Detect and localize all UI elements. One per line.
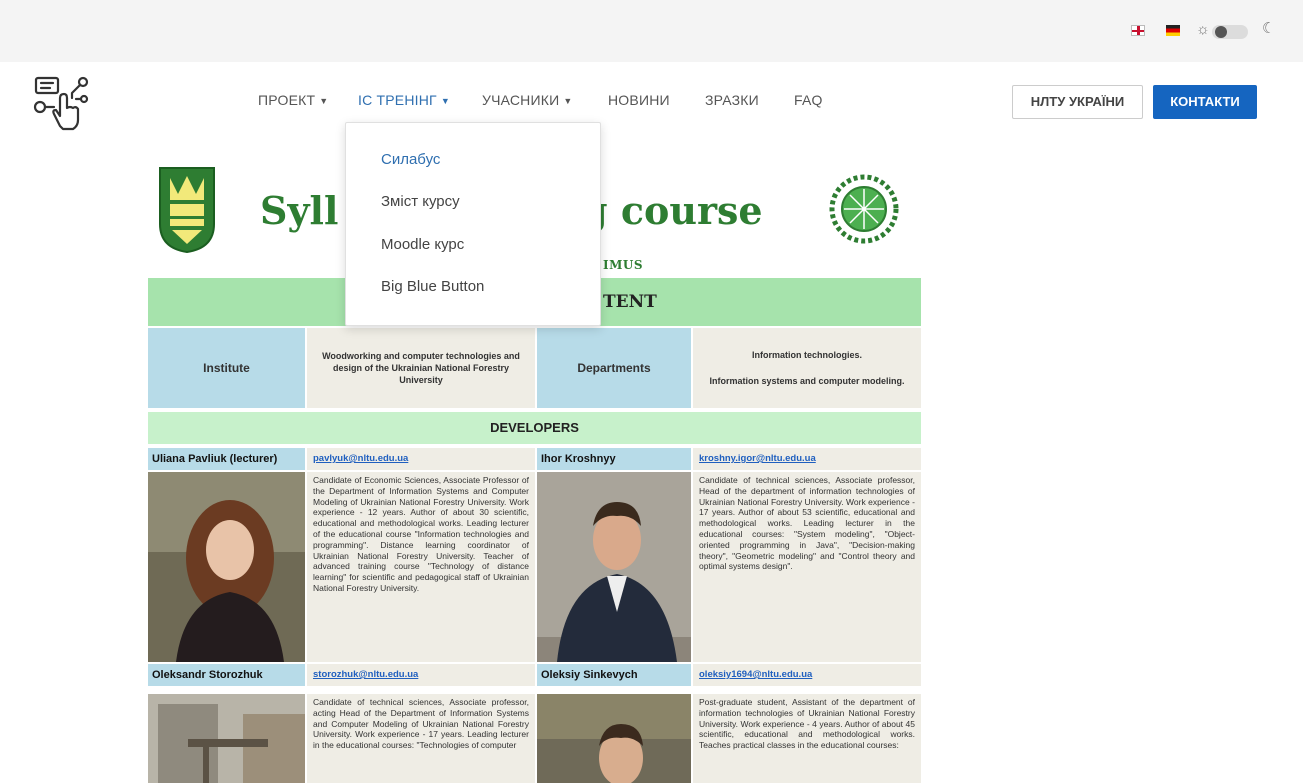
developer-bio: Candidate of Economic Sciences, Associat… [307,472,535,652]
developer-bio: Candidate of technical sciences, Associa… [307,694,535,783]
caret-down-icon: ▼ [563,96,573,106]
nav-item-project[interactable]: ПРОЕКТ ▼ [258,92,328,108]
content-band-label: TENT [603,292,657,312]
caret-down-icon: ▼ [440,96,450,106]
dropdown-item-moodle-course[interactable]: Moodle курс [381,236,464,253]
developer-email-link[interactable]: oleksiy1694@nltu.edu.ua [693,665,818,685]
institute-value: Woodworking and computer technologies an… [307,328,535,408]
nav-item-faq[interactable]: FAQ [794,92,823,108]
contacts-button[interactable]: КОНТАКТИ [1153,85,1257,119]
developer-photo [537,472,691,662]
developer-bio: Candidate of technical sciences, Associa… [693,472,921,662]
developer-email-cell: storozhuk@nltu.edu.ua [307,664,535,686]
sun-icon[interactable]: ☼ [1196,22,1210,38]
developer-email-cell: kroshny.igor@nltu.edu.ua [693,448,921,470]
person-photo-icon [537,694,691,783]
nav-item-news[interactable]: НОВИНИ [608,92,670,108]
department-emblem-icon [829,174,899,244]
nav-label: УЧАСНИКИ [482,92,560,108]
heading-left: Syll [260,188,339,233]
top-utility-bar: ☼ ☾ [0,0,1303,62]
castle-photo-icon [148,694,305,783]
developer-name: Uliana Pavliuk (lecturer) [152,453,278,465]
gb-flag-icon[interactable] [1131,25,1145,36]
dropdown-item-course-content[interactable]: Зміст курсу [381,193,460,210]
departments-label: Departments [537,328,691,408]
hand-pointer-circuit-icon[interactable] [32,74,90,132]
dropdown-item-big-blue-button[interactable]: Big Blue Button [381,278,484,295]
developer-email-cell: oleksiy1694@nltu.edu.ua [693,664,921,686]
developer-name: Oleksandr Storozhuk [152,669,263,681]
developer-name-cell: Oleksandr Storozhuk [148,664,305,686]
developer-photo [148,472,305,662]
toggle-knob [1215,26,1227,38]
nav-item-is-training[interactable]: ІС ТРЕНІНГ ▼ [358,92,450,108]
caret-down-icon: ▼ [319,96,329,106]
developer-name-cell: Uliana Pavliuk (lecturer) [148,448,305,470]
developers-band: DEVELOPERS [148,412,921,444]
nav-item-samples[interactable]: ЗРАЗКИ [705,92,759,108]
departments-value-line: Information technologies. [751,350,862,360]
dropdown-item-syllabus[interactable]: Силабус [381,151,440,168]
de-flag-icon[interactable] [1166,25,1180,36]
developer-photo [148,694,305,783]
developer-email-link[interactable]: storozhuk@nltu.edu.ua [307,665,424,685]
developer-name: Ihor Kroshnyy [541,453,616,465]
moon-icon[interactable]: ☾ [1262,21,1275,37]
document-subtag: IMUS [603,258,644,272]
developer-name-cell: Oleksiy Sinkevych [537,664,691,686]
person-photo-icon [148,472,305,662]
developer-bio: Post-graduate student, Assistant of the … [693,694,921,783]
developer-email-cell: pavlyuk@nltu.edu.ua [307,448,535,470]
nav-label: ІС ТРЕНІНГ [358,92,437,108]
departments-value-line: Information systems and computer modelin… [709,376,905,386]
filler-cell [307,652,535,662]
nav-item-participants[interactable]: УЧАСНИКИ ▼ [482,92,572,108]
nltu-emblem-icon [159,167,215,254]
is-training-dropdown-menu: Силабус Зміст курсу Moodle курс Big Blue… [345,122,601,326]
theme-toggle[interactable] [1212,25,1248,39]
person-photo-icon [537,472,691,662]
developer-name-cell: Ihor Kroshnyy [537,448,691,470]
developer-email-link[interactable]: kroshny.igor@nltu.edu.ua [693,449,822,469]
departments-value: Information technologies. Information sy… [693,328,921,408]
developer-email-link[interactable]: pavlyuk@nltu.edu.ua [307,449,414,469]
developer-name: Oleksiy Sinkevych [541,669,638,681]
institute-label: Institute [148,328,305,408]
nav-label: ПРОЕКТ [258,92,316,108]
nltu-ukraine-button[interactable]: НЛТУ УКРАЇНИ [1012,85,1143,119]
developer-photo [537,694,691,783]
